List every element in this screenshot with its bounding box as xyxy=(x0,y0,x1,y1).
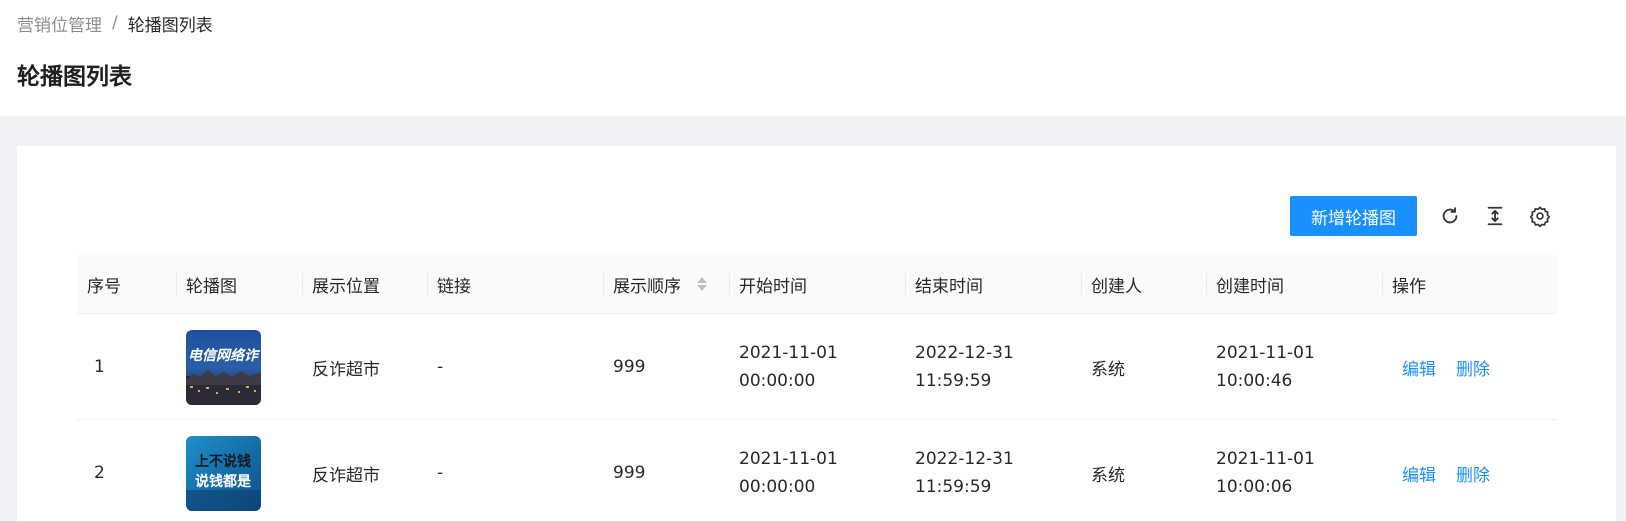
cell-index: 1 xyxy=(94,357,105,377)
cell-order: 999 xyxy=(613,463,646,483)
cell-position: 反诈超市 xyxy=(312,465,380,486)
cell-position: 反诈超市 xyxy=(312,359,380,380)
cell-image: 电信网络诈 xyxy=(176,314,261,420)
column-header-image: 轮播图 xyxy=(186,276,237,297)
breadcrumb-current: 轮播图列表 xyxy=(127,15,213,36)
table-row: 2 上不说钱 说钱都是 反诈超市 - 999 2021-11-01 00:00:… xyxy=(77,420,1557,521)
add-carousel-button[interactable]: 新增轮播图 xyxy=(1290,196,1417,236)
column-header-index: 序号 xyxy=(87,276,121,297)
cell-actions: 编辑 删除 xyxy=(1392,314,1510,420)
cell-link: - xyxy=(437,357,444,377)
breadcrumb: 营销位管理 / 轮播图列表 xyxy=(17,11,213,36)
svg-text:上不说钱: 上不说钱 xyxy=(195,453,251,470)
setting-icon[interactable] xyxy=(1527,203,1553,229)
page-header: 营销位管理 / 轮播图列表 轮播图列表 xyxy=(0,0,1626,116)
carousel-table: 序号 轮播图 展示位置 链接 展示顺序 开始时间 结束时间 创建人 创建时间 操… xyxy=(77,255,1557,521)
svg-text:电信网络诈: 电信网络诈 xyxy=(188,347,261,364)
column-header-end-time: 结束时间 xyxy=(915,276,983,297)
table-header: 序号 轮播图 展示位置 链接 展示顺序 开始时间 结束时间 创建人 创建时间 操… xyxy=(77,255,1557,314)
edit-link[interactable]: 编辑 xyxy=(1402,461,1436,486)
delete-link[interactable]: 删除 xyxy=(1456,355,1490,380)
cell-end-time: 2022-12-31 11:59:59 xyxy=(915,343,1014,391)
delete-link[interactable]: 删除 xyxy=(1456,461,1490,486)
carousel-thumbnail[interactable]: 电信网络诈 xyxy=(186,329,261,405)
cell-start-time: 2021-11-01 00:00:00 xyxy=(739,343,838,391)
column-header-created-time: 创建时间 xyxy=(1216,276,1284,297)
reload-icon[interactable] xyxy=(1437,203,1463,229)
column-header-start-time: 开始时间 xyxy=(739,276,807,297)
page-title: 轮播图列表 xyxy=(17,64,132,90)
cell-image: 上不说钱 说钱都是 xyxy=(176,420,261,521)
column-header-order[interactable]: 展示顺序 xyxy=(603,255,729,313)
sort-icon[interactable] xyxy=(697,277,707,291)
cell-creator: 系统 xyxy=(1091,359,1125,380)
cell-link: - xyxy=(437,463,444,483)
cell-index: 2 xyxy=(94,463,105,483)
column-header-actions: 操作 xyxy=(1392,276,1426,297)
column-header-position: 展示位置 xyxy=(312,276,380,297)
cell-creator: 系统 xyxy=(1091,465,1125,486)
svg-text:说钱都是: 说钱都是 xyxy=(195,473,252,490)
cell-end-time: 2022-12-31 11:59:59 xyxy=(915,449,1014,497)
column-height-icon[interactable] xyxy=(1482,203,1508,229)
breadcrumb-parent[interactable]: 营销位管理 xyxy=(17,11,102,36)
cell-created-time: 2021-11-01 10:00:46 xyxy=(1216,343,1315,391)
edit-link[interactable]: 编辑 xyxy=(1402,355,1436,380)
column-header-order-label: 展示顺序 xyxy=(613,276,681,297)
carousel-thumbnail[interactable]: 上不说钱 说钱都是 xyxy=(186,435,261,511)
column-header-link: 链接 xyxy=(437,276,471,297)
cell-start-time: 2021-11-01 00:00:00 xyxy=(739,449,838,497)
cell-created-time: 2021-11-01 10:00:06 xyxy=(1216,449,1315,497)
cell-actions: 编辑 删除 xyxy=(1392,420,1510,521)
table-row: 1 电信网络诈 反诈超市 - 999 2021-11-01 00:00:00 2… xyxy=(77,314,1557,420)
breadcrumb-separator: / xyxy=(112,13,118,33)
cell-order: 999 xyxy=(613,357,646,377)
column-header-creator: 创建人 xyxy=(1091,276,1142,297)
